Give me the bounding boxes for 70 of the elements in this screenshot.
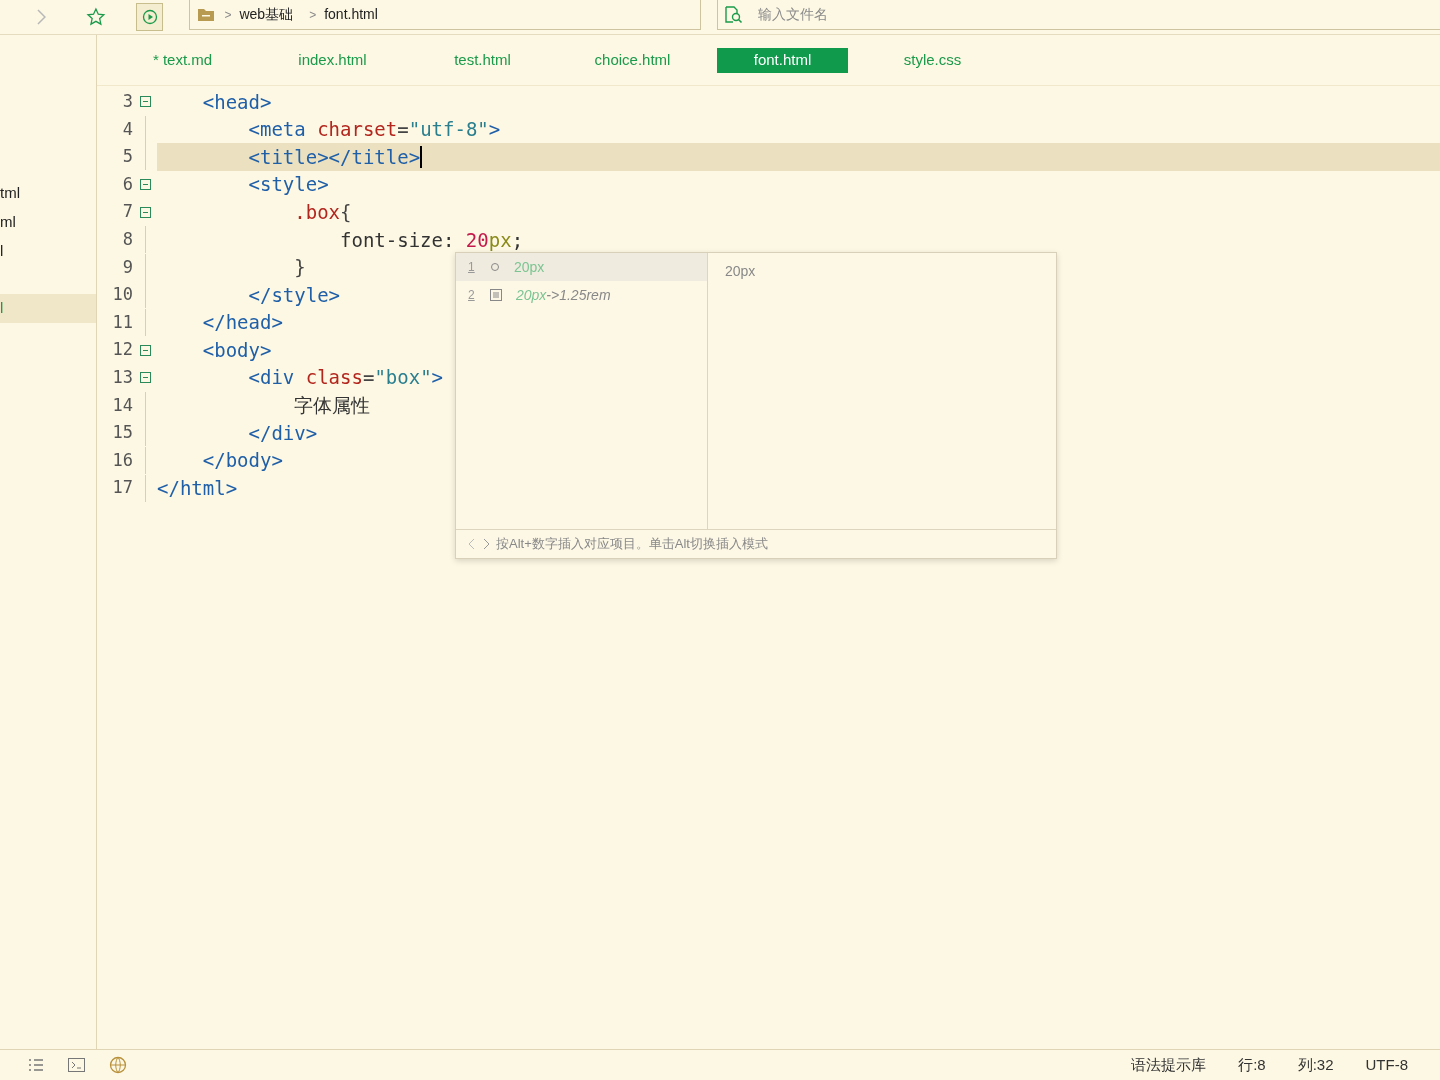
line-number: 7 [121,200,133,224]
breadcrumb-item[interactable]: font.html [324,4,378,25]
line-number: 6 [121,172,133,196]
code-line: <meta charset="utf-8"> [247,117,501,143]
line-number: 8 [121,228,133,251]
forward-icon[interactable] [36,8,48,26]
line-number: 16 [111,448,133,472]
text-cursor [420,146,423,168]
fold-icon[interactable] [139,344,151,356]
line-number: 13 [111,366,133,389]
code-line: </div> [247,420,318,446]
line-number: 15 [111,421,133,445]
previous-icon[interactable] [468,538,476,550]
file-tab[interactable]: font.html [717,47,848,73]
suggestion-detail: 20px [725,263,756,279]
code-line: </body> [201,448,283,474]
code-line: <style> [247,172,329,198]
file-search-icon [723,5,744,24]
code-line: <div class="box"> [247,365,444,391]
status-item[interactable]: UTF-8 [1365,1053,1408,1077]
circle-icon [490,262,500,272]
line-number: 5 [121,145,133,169]
next-icon[interactable] [482,538,490,550]
star-icon[interactable] [85,7,106,27]
code-line: <head> [201,89,272,115]
file-item[interactable]: ml [0,208,96,237]
fold-icon[interactable] [139,372,151,384]
line-number: 9 [121,255,133,279]
globe-icon[interactable] [109,1056,127,1074]
line-number: 11 [111,310,133,334]
code-line: } [293,255,306,281]
status-item[interactable]: 语法提示库 [1131,1053,1207,1077]
code-line: <title></title> [247,144,421,170]
code-line: </style> [247,282,341,308]
breadcrumb-separator: > [309,6,317,24]
hint-text: 按Alt+数字插入对应项目。单击Alt切换插入模式 [496,535,768,554]
line-number: 14 [111,393,133,417]
file-item[interactable]: tml [0,179,96,208]
file-tab[interactable]: test.html [417,47,548,73]
code-line: </head> [201,310,283,336]
line-number: 4 [121,117,133,141]
file-item[interactable]: l [0,237,96,266]
document-icon [490,289,502,301]
code-line: <body> [201,337,272,363]
file-search-field[interactable]: 输入文件名 [757,4,1358,25]
code-line: </html> [157,475,238,501]
breadcrumb-separator: > [224,6,232,24]
breadcrumb-item[interactable]: web基础 [239,4,294,25]
terminal-icon[interactable] [68,1058,85,1072]
status-item[interactable]: 行:8 [1238,1053,1266,1077]
line-number: 12 [111,338,133,362]
suggestion-text: 20px->1.25rem [516,285,611,305]
line-number: 10 [111,283,133,307]
code-line: 字体属性 [293,393,371,419]
fold-icon[interactable] [139,206,151,218]
play-icon [141,9,158,25]
line-number: 3 [121,90,133,114]
file-tab[interactable]: * text.md [117,47,248,73]
file-tab[interactable]: choice.html [567,47,698,73]
fold-icon[interactable] [139,179,151,191]
list-icon[interactable] [28,1058,44,1072]
suggestion-text: 20px [514,257,545,277]
fold-icon[interactable] [139,96,151,108]
folder-icon [198,8,215,21]
code-line: .box{ [293,199,352,225]
line-number: 17 [111,476,133,500]
status-item[interactable]: 列:32 [1297,1053,1334,1077]
code-line: font-size: 20px; [339,227,524,253]
file-tab[interactable]: style.css [867,47,998,73]
run-button[interactable] [135,3,164,31]
